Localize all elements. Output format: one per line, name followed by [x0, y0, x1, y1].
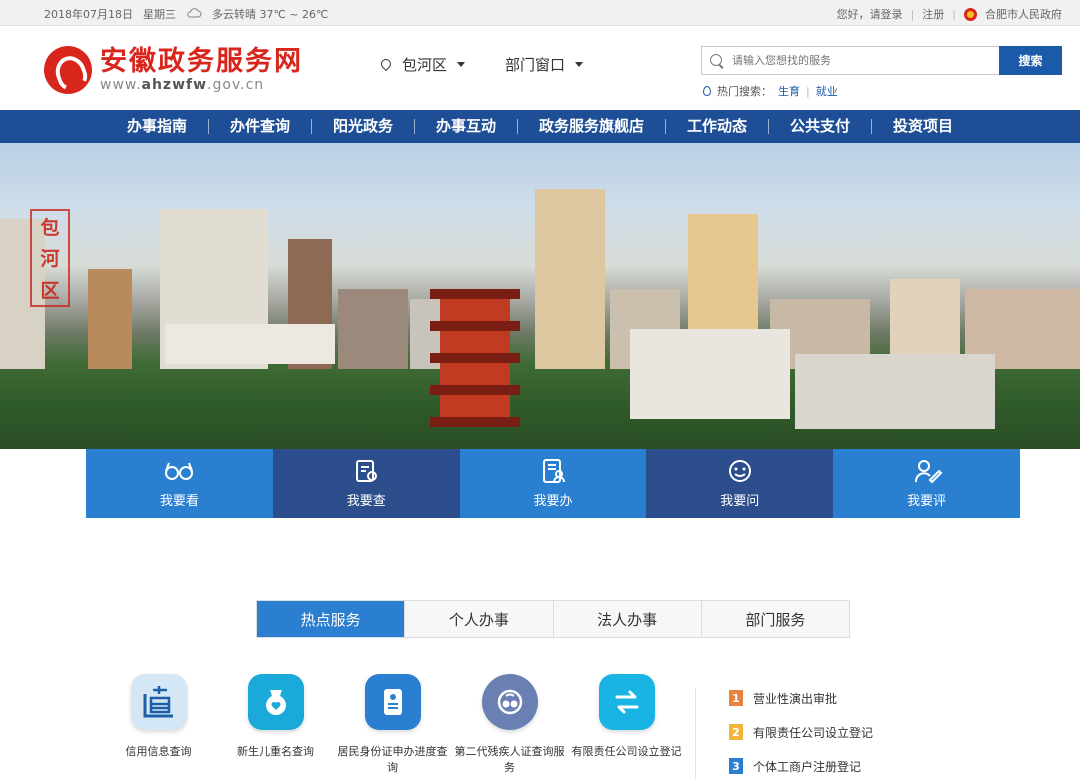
weather-text: 多云转晴 37℃ ~ 26℃ — [212, 8, 329, 21]
city-banner: 包 河 区 — [0, 143, 1080, 449]
dept-window-dropdown[interactable]: 部门窗口 — [505, 54, 584, 75]
tab-hot-services[interactable]: 热点服务 — [257, 601, 406, 637]
id-card-icon — [364, 674, 421, 730]
quick-rate-button[interactable]: 我要评 — [833, 449, 1020, 518]
quick-view-button[interactable]: 我要看 — [86, 449, 273, 518]
quick-rate-label: 我要评 — [907, 494, 947, 509]
ranking-label: 有限责任公司设立登记 — [753, 725, 874, 740]
tab-corporate[interactable]: 法人办事 — [553, 601, 702, 637]
login-link[interactable]: 请登录 — [870, 8, 903, 21]
nav-item-query[interactable]: 办件查询 — [209, 119, 312, 134]
glasses-icon — [165, 462, 194, 480]
hot-term-link[interactable]: 生育 — [778, 83, 800, 99]
nav-item-guide[interactable]: 办事指南 — [106, 119, 209, 134]
nav-item-investment[interactable]: 投资项目 — [872, 119, 974, 134]
quick-check-button[interactable]: 我要查 — [272, 449, 460, 518]
district-label: 包河区 — [402, 56, 448, 74]
greeting-text: 您好，请登录 — [836, 8, 903, 21]
separator: | — [952, 7, 956, 21]
hot-search: 热门搜索： 生育 | 就业 — [703, 83, 838, 99]
form-person-icon — [542, 459, 565, 483]
service-item-credit[interactable]: 信用信息查询 — [100, 674, 217, 776]
quick-ask-button[interactable]: 我要问 — [646, 449, 834, 518]
nav-item-interaction[interactable]: 办事互动 — [415, 119, 518, 134]
ranking-label: 营业性演出审批 — [753, 691, 838, 706]
main-nav: 办事指南 办件查询 阳光政务 办事互动 政务服务旗舰店 工作动态 公共支付 投资… — [0, 110, 1080, 143]
district-stamp: 包 河 区 — [30, 209, 70, 307]
dept-window-label: 部门窗口 — [505, 56, 566, 74]
service-label: 居民身份证申办进度查询 — [337, 745, 448, 774]
hot-search-label: 热门搜索： — [717, 85, 772, 98]
site-header: 安徽政务服务网 www.ahzwfw.gov.cn 包河区 部门窗口 搜索 热门… — [0, 26, 1080, 110]
pen-person-icon — [914, 460, 942, 484]
hot-term-link[interactable]: 就业 — [816, 83, 838, 99]
document-search-icon — [356, 460, 378, 482]
quick-view-label: 我要看 — [159, 494, 199, 509]
search-button[interactable]: 搜索 — [999, 46, 1062, 75]
search-icon — [710, 53, 724, 68]
separator: | — [806, 84, 810, 98]
quick-ask-label: 我要问 — [720, 494, 760, 509]
disability-icon — [481, 674, 538, 730]
quick-do-label: 我要办 — [533, 494, 573, 509]
service-label: 有限责任公司设立登记 — [571, 745, 682, 758]
service-item-company[interactable]: 有限责任公司设立登记 — [568, 674, 685, 776]
site-url: www.ahzwfw.gov.cn — [100, 77, 265, 93]
service-item-newborn[interactable]: 新生儿重名查询 — [217, 674, 334, 776]
quick-entry-bar: 我要看 我要查 我要办 我要问 我要评 — [86, 449, 1020, 518]
chat-face-icon — [728, 460, 751, 482]
nav-item-sunshine[interactable]: 阳光政务 — [312, 119, 415, 134]
service-label: 信用信息查询 — [125, 745, 192, 758]
service-item-disability[interactable]: 第二代残疾人证查询服务 — [451, 674, 568, 776]
gov-link[interactable]: 合肥市人民政府 — [985, 6, 1062, 22]
date-text: 2018年07月18日 — [44, 8, 133, 21]
rank-badge: 3 — [729, 758, 743, 774]
location-pin-icon — [380, 59, 390, 71]
nav-item-payment[interactable]: 公共支付 — [769, 119, 873, 134]
ranking-item[interactable]: 3 个体工商户注册登记 — [729, 749, 873, 779]
register-link[interactable]: 注册 — [922, 6, 944, 22]
service-tabs: 热点服务 个人办事 法人办事 部门服务 — [256, 600, 850, 638]
search-bar: 搜索 — [701, 46, 1062, 75]
site-name: 安徽政务服务网 — [100, 46, 303, 77]
ranking-item[interactable]: 2 有限责任公司设立登记 — [729, 715, 873, 749]
caret-down-icon — [575, 62, 584, 67]
quick-do-button[interactable]: 我要办 — [459, 449, 647, 518]
district-dropdown[interactable]: 包河区 — [380, 54, 466, 75]
tab-department[interactable]: 部门服务 — [701, 601, 849, 637]
search-input[interactable] — [732, 54, 972, 67]
nav-item-flagship[interactable]: 政务服务旗舰店 — [518, 119, 667, 134]
hot-services-list: 信用信息查询 新生儿重名查询 居民身份证申办进度查询 第二代残疾人证查询服务 有… — [100, 674, 685, 776]
cloud-icon — [186, 7, 202, 21]
service-label: 第二代残疾人证查询服务 — [454, 745, 565, 774]
logo-icon — [44, 46, 92, 94]
separator: | — [910, 7, 915, 21]
ranking-list: 1 营业性演出审批 2 有限责任公司设立登记 3 个体工商户注册登记 — [729, 681, 873, 779]
service-label: 新生儿重名查询 — [237, 745, 314, 758]
rank-badge: 1 — [729, 690, 743, 706]
national-emblem-icon — [964, 7, 977, 21]
divider — [695, 688, 696, 779]
baby-icon — [247, 674, 304, 730]
service-item-id-card[interactable]: 居民身份证申办进度查询 — [334, 674, 451, 776]
quick-check-label: 我要查 — [346, 494, 386, 509]
caret-down-icon — [457, 62, 466, 67]
credit-icon — [130, 674, 187, 730]
ranking-item[interactable]: 1 营业性演出审批 — [729, 681, 873, 715]
rank-badge: 2 — [729, 724, 743, 740]
flame-icon — [703, 86, 711, 96]
nav-item-news[interactable]: 工作动态 — [666, 119, 770, 134]
pagoda-image — [430, 289, 520, 439]
ranking-label: 个体工商户注册登记 — [753, 759, 862, 774]
site-logo[interactable]: 安徽政务服务网 www.ahzwfw.gov.cn — [44, 46, 303, 94]
top-bar: 2018年07月18日 星期三 多云转晴 37℃ ~ 26℃ 您好，请登录 | … — [0, 0, 1080, 26]
weekday-text: 星期三 — [143, 8, 176, 21]
transfer-icon — [598, 674, 655, 730]
tab-personal[interactable]: 个人办事 — [405, 601, 554, 637]
